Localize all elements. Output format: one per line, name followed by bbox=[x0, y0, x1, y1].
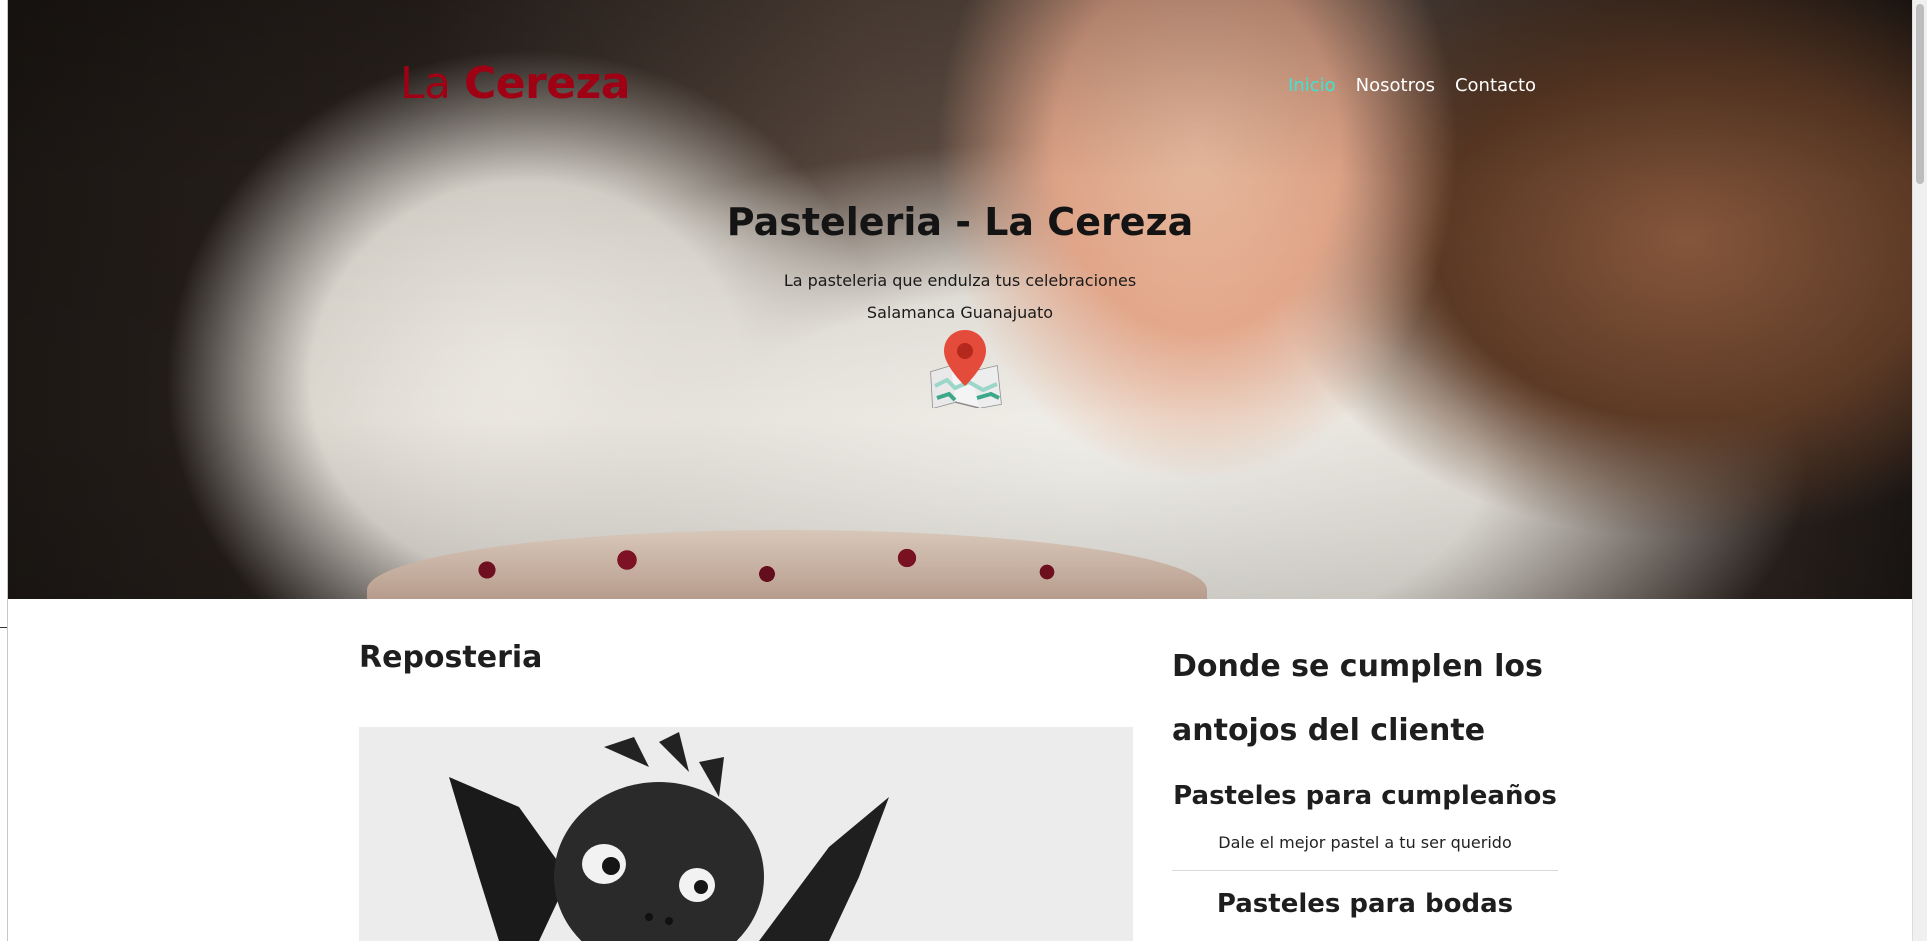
hero-location: Salamanca Guanajuato bbox=[866, 303, 1054, 322]
brand-logo[interactable]: La Cereza bbox=[400, 58, 630, 109]
hero-subtitle: La pasteleria que endulza tus celebracio… bbox=[783, 271, 1137, 290]
vertical-scrollbar[interactable] bbox=[1912, 0, 1927, 941]
service-cumpleanos: Pasteles para cumpleaños Dale el mejor p… bbox=[1172, 781, 1558, 852]
service-bodas: Pasteles para bodas bbox=[1172, 889, 1558, 919]
edge-marker bbox=[0, 627, 7, 628]
hero-title: Pasteleria - La Cereza bbox=[726, 200, 1194, 244]
nav-item-contacto[interactable]: Contacto bbox=[1455, 75, 1536, 96]
service-title: Pasteles para cumpleaños bbox=[1173, 781, 1557, 811]
main-nav: Inicio Nosotros Contacto bbox=[1288, 75, 1536, 96]
reposteria-title: Reposteria bbox=[359, 640, 543, 675]
nav-item-nosotros[interactable]: Nosotros bbox=[1356, 75, 1435, 96]
nav-item-inicio[interactable]: Inicio bbox=[1288, 75, 1336, 96]
service-title: Pasteles para bodas bbox=[1216, 889, 1514, 919]
hero-overlay bbox=[7, 0, 1913, 599]
window-left-edge bbox=[0, 0, 8, 941]
service-description: Dale el mejor pastel a tu ser querido bbox=[1218, 833, 1512, 852]
dragon-cake-image bbox=[359, 727, 1133, 941]
reposteria-image[interactable] bbox=[359, 727, 1133, 941]
service-divider bbox=[1172, 870, 1558, 871]
brand-logo-part1: La bbox=[400, 58, 464, 109]
map-pin-icon[interactable] bbox=[925, 328, 1005, 408]
page: La Cereza Inicio Nosotros Contacto Paste… bbox=[0, 0, 1927, 941]
services-heading: Donde se cumplen los antojos del cliente bbox=[1172, 649, 1543, 748]
hero-section: La Cereza Inicio Nosotros Contacto Paste… bbox=[7, 0, 1913, 599]
scrollbar-thumb[interactable] bbox=[1916, 4, 1924, 184]
brand-logo-part2: Cereza bbox=[463, 58, 630, 109]
services-column: Donde se cumplen los antojos del cliente… bbox=[1172, 635, 1558, 919]
